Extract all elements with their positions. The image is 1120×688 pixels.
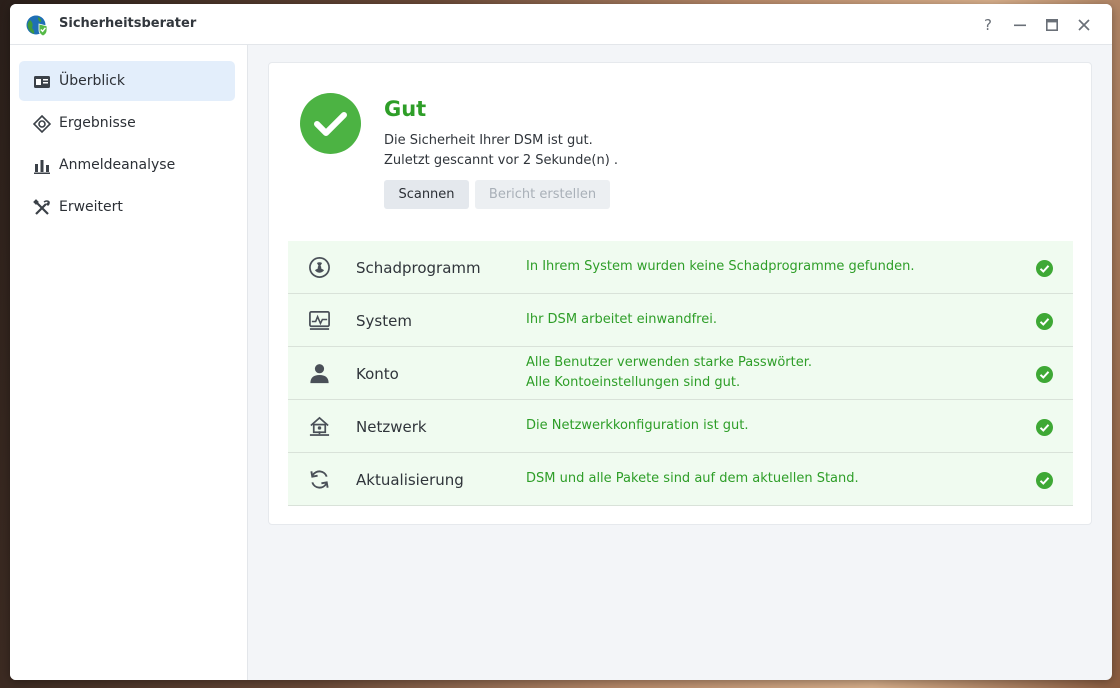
radiation-icon bbox=[309, 257, 330, 278]
sidebar-item-advanced[interactable]: Erweitert bbox=[19, 187, 235, 227]
close-icon bbox=[1078, 19, 1090, 31]
category-row-update[interactable]: Aktualisierung DSM und alle Pakete sind … bbox=[288, 453, 1073, 506]
category-name: Aktualisierung bbox=[356, 471, 464, 489]
maximize-icon bbox=[1046, 19, 1058, 31]
status-title: Gut bbox=[384, 97, 427, 121]
category-name: Schadprogramm bbox=[356, 259, 481, 277]
title-bar: Sicherheitsberater ? bbox=[10, 4, 1112, 45]
checkmark-icon bbox=[314, 112, 347, 136]
category-name: Netzwerk bbox=[356, 418, 427, 436]
check-circle-icon bbox=[1036, 260, 1053, 277]
check-circle-icon bbox=[1036, 366, 1053, 383]
category-list: Schadprogramm In Ihrem System wurden kei… bbox=[288, 241, 1073, 506]
help-button[interactable]: ? bbox=[978, 15, 998, 35]
tools-icon bbox=[33, 199, 51, 215]
close-button[interactable] bbox=[1074, 15, 1094, 35]
category-row-malware[interactable]: Schadprogramm In Ihrem System wurden kei… bbox=[288, 241, 1073, 294]
category-name: Konto bbox=[356, 365, 399, 383]
minimize-button[interactable] bbox=[1010, 15, 1030, 35]
overview-card-icon bbox=[34, 76, 50, 88]
last-scan-text: Zuletzt gescannt vor 2 Sekunde(n) . bbox=[384, 153, 619, 168]
overview-panel: Gut Die Sicherheit Ihrer DSM ist gut. Zu… bbox=[268, 62, 1092, 525]
create-report-button: Bericht erstellen bbox=[475, 180, 610, 209]
help-icon: ? bbox=[984, 16, 992, 34]
category-message: DSM und alle Pakete sind auf dem aktuell… bbox=[526, 471, 859, 486]
category-row-system[interactable]: System Ihr DSM arbeitet einwandfrei. bbox=[288, 294, 1073, 347]
sidebar-item-results[interactable]: Ergebnisse bbox=[19, 103, 235, 143]
bar-chart-icon bbox=[34, 160, 50, 174]
category-message: Alle Kontoeinstellungen sind gut. bbox=[526, 375, 741, 390]
check-circle-icon bbox=[1036, 472, 1053, 489]
security-advisor-logo-icon bbox=[26, 15, 48, 36]
category-message: Alle Benutzer verwenden starke Passwörte… bbox=[526, 355, 813, 370]
scan-button[interactable]: Scannen bbox=[384, 180, 469, 209]
category-message: Die Netzwerkkonfiguration ist gut. bbox=[526, 418, 749, 433]
category-name: System bbox=[356, 312, 412, 330]
crosshair-icon bbox=[33, 115, 51, 133]
sidebar-item-label: Anmeldeanalyse bbox=[59, 157, 176, 173]
category-message: In Ihrem System wurden keine Schadprogra… bbox=[526, 259, 915, 274]
sidebar-item-label: Erweitert bbox=[59, 199, 123, 215]
sidebar-item-overview[interactable]: Überblick bbox=[19, 61, 235, 101]
system-monitor-icon bbox=[309, 311, 330, 330]
category-row-account[interactable]: Konto Alle Benutzer verwenden starke Pas… bbox=[288, 347, 1073, 400]
status-description: Die Sicherheit Ihrer DSM ist gut. bbox=[384, 133, 593, 148]
category-message: Ihr DSM arbeitet einwandfrei. bbox=[526, 312, 717, 327]
maximize-button[interactable] bbox=[1042, 15, 1062, 35]
check-circle-icon bbox=[1036, 313, 1053, 330]
category-row-network[interactable]: Netzwerk Die Netzwerkkonfiguration ist g… bbox=[288, 400, 1073, 453]
sidebar-item-label: Überblick bbox=[59, 73, 125, 89]
sidebar-item-label: Ergebnisse bbox=[59, 115, 136, 131]
sidebar-item-login-analysis[interactable]: Anmeldeanalyse bbox=[19, 145, 235, 185]
network-home-icon bbox=[309, 416, 330, 436]
app-window: Sicherheitsberater ? Überblick Ergebniss… bbox=[10, 4, 1112, 680]
user-icon bbox=[310, 364, 329, 384]
sidebar: Überblick Ergebnisse Anmeldeanalyse Erwe… bbox=[10, 45, 248, 680]
minimize-icon bbox=[1014, 24, 1026, 27]
status-ok-badge bbox=[300, 93, 361, 154]
refresh-icon bbox=[310, 470, 329, 489]
window-title: Sicherheitsberater bbox=[59, 16, 197, 31]
check-circle-icon bbox=[1036, 419, 1053, 436]
